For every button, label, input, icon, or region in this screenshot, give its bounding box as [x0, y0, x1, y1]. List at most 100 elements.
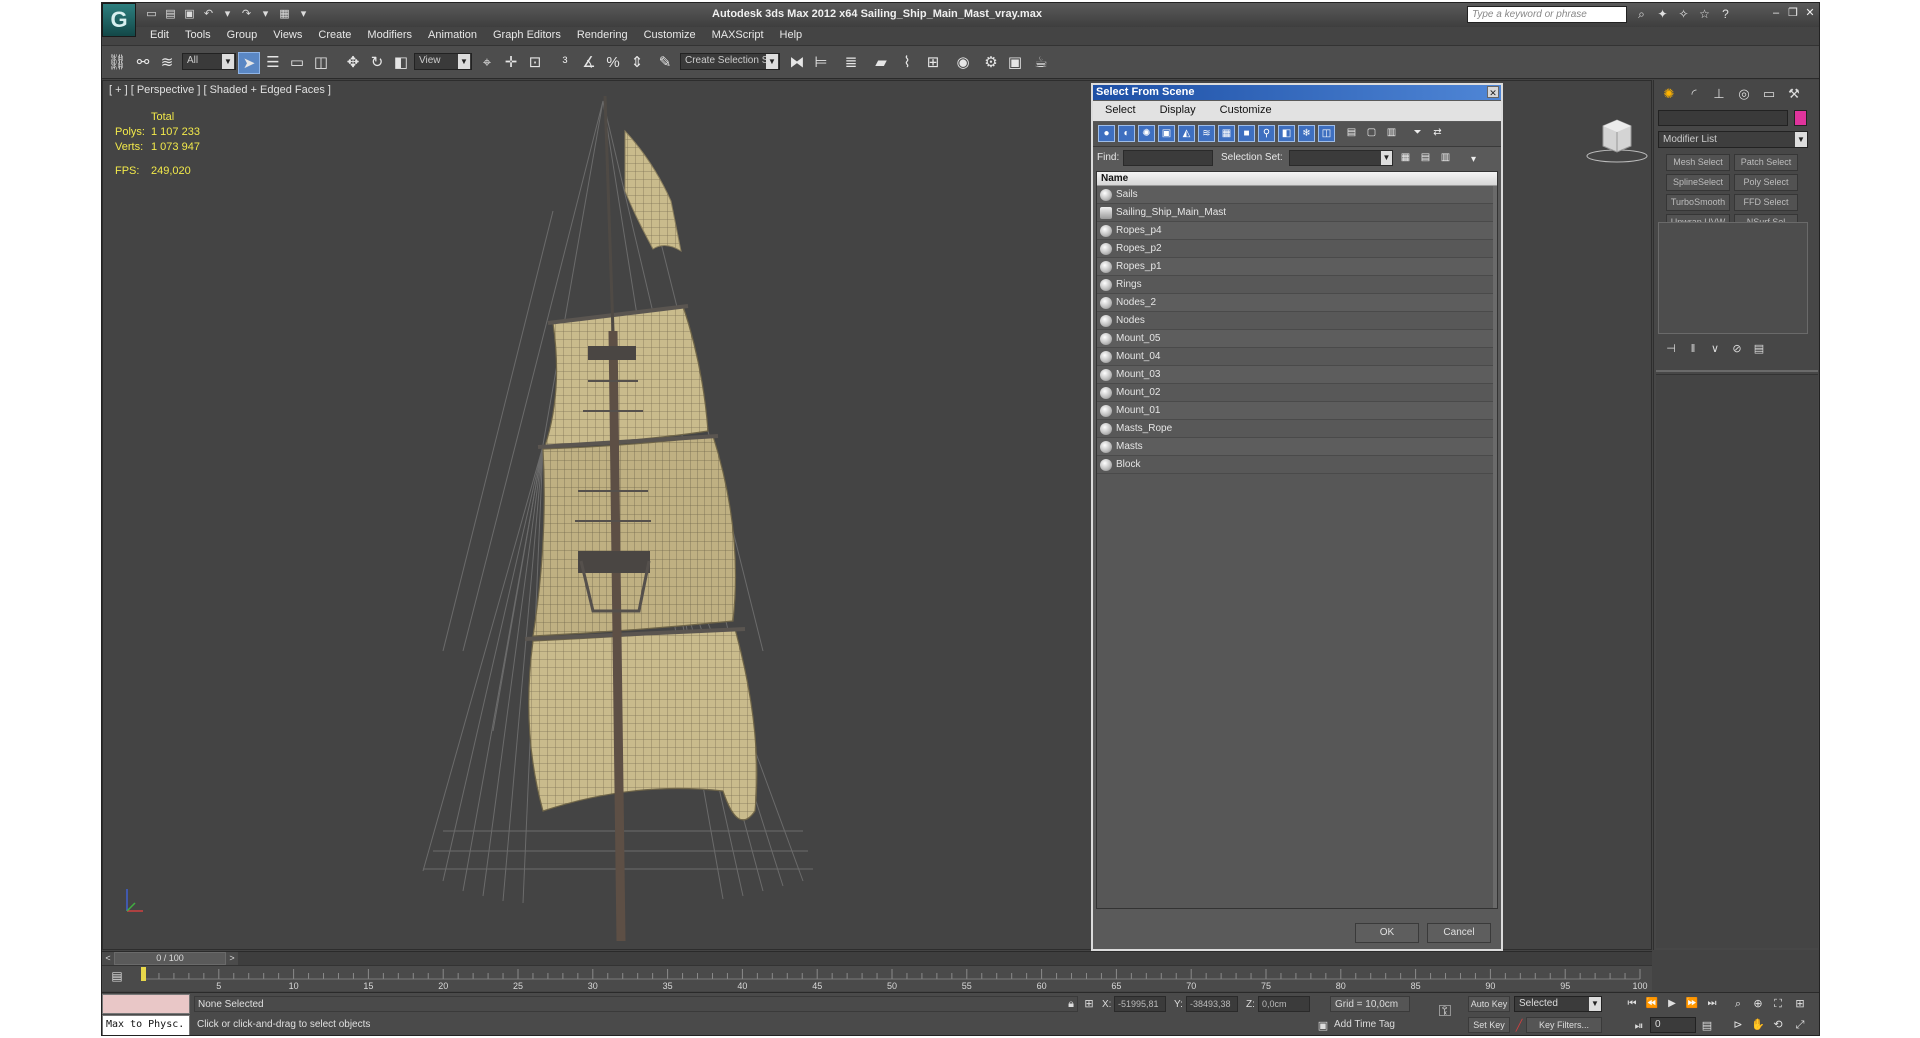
- dialog-close-icon[interactable]: ✕: [1487, 86, 1499, 98]
- new-file-icon[interactable]: ▭: [144, 7, 159, 21]
- orbit-icon[interactable]: ⟲: [1770, 1017, 1786, 1033]
- reference-coordinate-dropdown[interactable]: View: [414, 53, 472, 70]
- ok-button[interactable]: OK: [1355, 923, 1419, 943]
- go-to-start-icon[interactable]: ⏮: [1624, 996, 1640, 1012]
- list-item[interactable]: Block: [1097, 456, 1497, 474]
- current-frame-field[interactable]: 0: [1650, 1017, 1696, 1033]
- select-invert-icon[interactable]: ▥: [1437, 150, 1454, 167]
- viewcube-icon[interactable]: [1583, 108, 1655, 168]
- display-shapes-icon[interactable]: ◐: [1118, 125, 1135, 142]
- list-item[interactable]: Nodes_2: [1097, 294, 1497, 312]
- undo-dropdown-icon[interactable]: ▾: [220, 7, 235, 21]
- restore-icon[interactable]: ❐: [1786, 6, 1800, 20]
- current-time-marker[interactable]: [141, 967, 146, 981]
- list-item[interactable]: Masts_Rope: [1097, 420, 1497, 438]
- time-slider[interactable]: < 0 / 100 >: [102, 951, 1652, 965]
- display-groups-icon[interactable]: ▦: [1218, 125, 1235, 142]
- modifier-stack[interactable]: [1658, 222, 1808, 334]
- set-key-mode-key-icon[interactable]: ⚿: [1434, 1004, 1456, 1020]
- mirror-icon[interactable]: ⧓: [786, 52, 808, 74]
- menu-help[interactable]: Help: [772, 27, 811, 45]
- unlink-icon[interactable]: ⚯: [132, 52, 154, 74]
- z-coord-field[interactable]: 0,0cm: [1258, 996, 1310, 1012]
- dialog-title[interactable]: Select From Scene: [1093, 85, 1501, 100]
- menu-create[interactable]: Create: [310, 27, 359, 45]
- angle-snap-icon[interactable]: ∡: [578, 52, 600, 74]
- selection-set-dropdown[interactable]: [1289, 150, 1393, 166]
- list-item[interactable]: Nodes: [1097, 312, 1497, 330]
- menu-modifiers[interactable]: Modifiers: [359, 27, 420, 45]
- list-item[interactable]: Ropes_p1: [1097, 258, 1497, 276]
- save-file-icon[interactable]: ▣: [182, 7, 197, 21]
- create-tab-icon[interactable]: ✺: [1658, 84, 1680, 104]
- add-time-tag-icon[interactable]: ▣: [1316, 1019, 1330, 1033]
- zoom-icon[interactable]: ⌕: [1730, 996, 1746, 1012]
- key-filters-button[interactable]: Key Filters...: [1526, 1017, 1602, 1033]
- list-item[interactable]: Mount_05: [1097, 330, 1497, 348]
- graphite-ribbon-icon[interactable]: ▰: [870, 52, 892, 74]
- object-color-swatch[interactable]: [1794, 110, 1807, 126]
- object-name-field[interactable]: [1658, 110, 1788, 126]
- close-icon[interactable]: ✕: [1803, 6, 1817, 20]
- show-end-result-icon[interactable]: ‖: [1686, 342, 1700, 356]
- display-geometry-icon[interactable]: ●: [1098, 125, 1115, 142]
- maximize-viewport-icon[interactable]: ⤢: [1792, 1017, 1808, 1033]
- previous-frame-icon[interactable]: ⏪: [1644, 996, 1660, 1012]
- options-chevron-icon[interactable]: ▾: [1465, 152, 1482, 169]
- display-helpers-icon[interactable]: ◭: [1178, 125, 1195, 142]
- parameters-rollout-area[interactable]: [1656, 374, 1818, 948]
- track-bar[interactable]: ▤ 5 10 15 20 25 30 35 40 45 50 55 60 65 70 75 80 85 90 95 1…: [102, 965, 1652, 991]
- motion-tab-icon[interactable]: ◎: [1733, 84, 1755, 104]
- name-column-header[interactable]: Name: [1097, 172, 1497, 186]
- auto-key-button[interactable]: Auto Key: [1468, 996, 1510, 1012]
- sailing-ship-model[interactable]: [403, 91, 923, 951]
- named-selection-dropdown[interactable]: Create Selection Se: [680, 53, 780, 70]
- filter-icon[interactable]: ⏷: [1409, 125, 1426, 142]
- window-crossing-icon[interactable]: ◫: [310, 52, 332, 74]
- undo-icon[interactable]: ↶: [201, 7, 216, 21]
- set-key-button[interactable]: Set Key: [1468, 1017, 1510, 1033]
- remove-modifier-icon[interactable]: ⊘: [1730, 342, 1744, 356]
- edit-named-selection-icon[interactable]: ✎: [654, 52, 676, 74]
- schematic-view-icon[interactable]: ⊞: [922, 52, 944, 74]
- display-invert-icon[interactable]: ▥: [1383, 125, 1400, 142]
- time-configuration-icon[interactable]: ▤: [1700, 1019, 1714, 1033]
- y-coord-field[interactable]: -38493,38: [1186, 996, 1238, 1012]
- play-icon[interactable]: ▶: [1664, 996, 1680, 1012]
- display-bones-icon[interactable]: ⚲: [1258, 125, 1275, 142]
- selection-lock-icon[interactable]: 🔒︎: [1064, 997, 1078, 1011]
- add-time-tag-button[interactable]: Add Time Tag: [1330, 1017, 1410, 1033]
- menu-tools[interactable]: Tools: [177, 27, 219, 45]
- bind-space-warp-icon[interactable]: ≋: [156, 52, 178, 74]
- project-folder-icon[interactable]: ▦: [277, 7, 292, 21]
- display-spacewarps-icon[interactable]: ≋: [1198, 125, 1215, 142]
- turbosmooth-button[interactable]: TurboSmooth: [1666, 194, 1730, 211]
- pan-view-hand-icon[interactable]: ✋: [1750, 1017, 1766, 1033]
- pin-stack-icon[interactable]: ⊣: [1664, 342, 1678, 356]
- percent-snap-icon[interactable]: %: [602, 52, 624, 74]
- list-item[interactable]: Mount_01: [1097, 402, 1497, 420]
- selection-filter-dropdown[interactable]: All: [182, 53, 236, 70]
- list-item[interactable]: Mount_02: [1097, 384, 1497, 402]
- scale-icon[interactable]: ◧: [390, 52, 412, 74]
- subscription-icon[interactable]: ✦: [1655, 6, 1670, 22]
- rendered-frame-window-icon[interactable]: ▣: [1004, 52, 1026, 74]
- find-input[interactable]: [1123, 150, 1213, 166]
- key-mode-toggle-icon[interactable]: ⏯: [1632, 1019, 1646, 1033]
- select-arrow-icon[interactable]: ➤: [238, 52, 260, 74]
- dialog-menu-customize[interactable]: Customize: [1208, 101, 1284, 121]
- favorites-star-icon[interactable]: ☆: [1697, 6, 1712, 22]
- menu-views[interactable]: Views: [265, 27, 310, 45]
- list-item[interactable]: Masts: [1097, 438, 1497, 456]
- list-item[interactable]: Ropes_p4: [1097, 222, 1497, 240]
- menu-group[interactable]: Group: [219, 27, 266, 45]
- select-all-icon[interactable]: ▦: [1397, 150, 1414, 167]
- time-slider-prev-icon[interactable]: <: [102, 952, 114, 965]
- field-of-view-icon[interactable]: ⊳: [1730, 1017, 1746, 1033]
- help-search-input[interactable]: Type a keyword or phrase: [1467, 6, 1627, 23]
- zoom-extents-icon[interactable]: ⛶: [1770, 996, 1786, 1012]
- keyboard-shortcut-icon[interactable]: ⊡: [524, 52, 546, 74]
- menu-maxscript[interactable]: MAXScript: [704, 27, 772, 45]
- layer-manager-icon[interactable]: ≣: [840, 52, 862, 74]
- hierarchy-tab-icon[interactable]: ⊥: [1708, 84, 1730, 104]
